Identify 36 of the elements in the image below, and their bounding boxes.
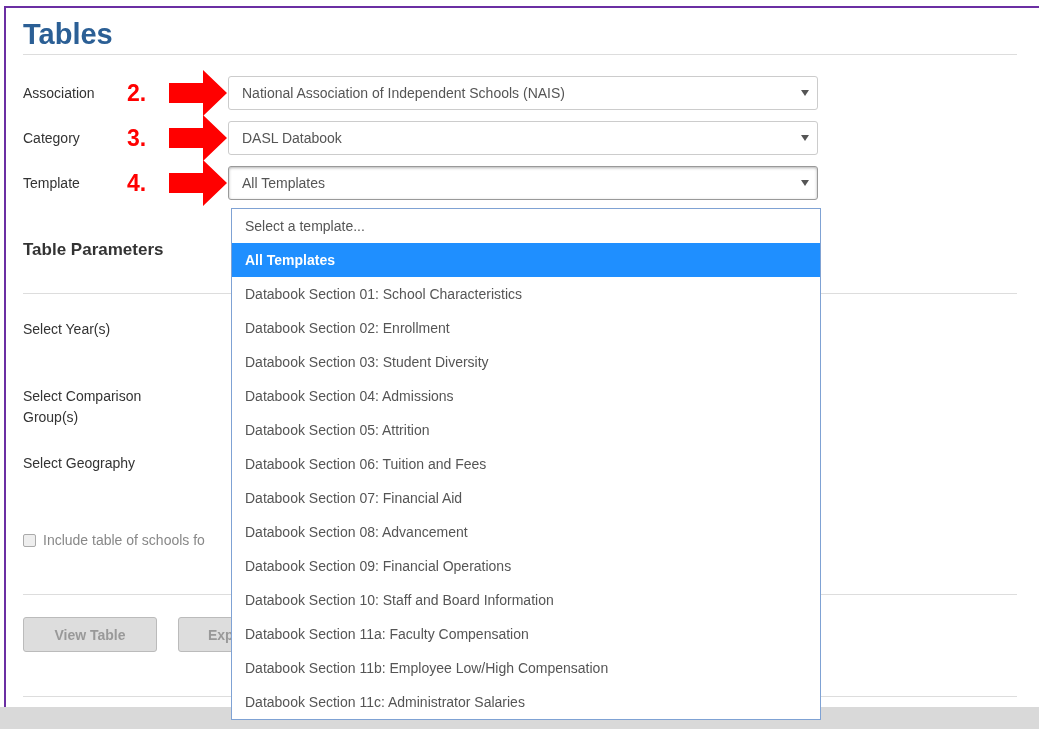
caret-icon (801, 135, 809, 141)
step-number: 3. (127, 124, 148, 152)
section-heading: Table Parameters (23, 239, 164, 261)
select-field[interactable]: DASL Databook (228, 121, 818, 155)
parameter-label: Select Geography (23, 455, 136, 471)
dropdown-option[interactable]: Databook Section 08: Advancement (232, 515, 820, 549)
checkbox-label: Include table of schools fo (43, 532, 205, 548)
dropdown-option[interactable]: Databook Section 01: School Characteristics (232, 277, 820, 311)
dropdown-option[interactable]: Databook Section 11b: Employee Low/High Compensation (232, 651, 820, 685)
parameter-label: Select Comparison Group(s) (23, 388, 142, 425)
checkbox[interactable] (23, 533, 36, 547)
dropdown-option[interactable]: Databook Section 03: Student Diversity (232, 345, 820, 379)
dropdown-option[interactable]: Select a template... (232, 209, 820, 243)
arrow-icon (169, 115, 227, 161)
caret-icon (801, 180, 809, 186)
dropdown-option[interactable]: Databook Section 02: Enrollment (232, 311, 820, 345)
dropdown-option[interactable]: Databook Section 09: Financial Operations (232, 549, 820, 583)
select-field[interactable]: All Templates (228, 166, 818, 200)
caret-icon (801, 90, 809, 96)
field-label: Category (23, 130, 81, 146)
select-field[interactable]: National Association of Independent Schools (NAIS) (228, 76, 818, 110)
dropdown-option[interactable]: Databook Section 10: Staff and Board Information (232, 583, 820, 617)
arrow-icon (169, 70, 227, 116)
dropdown-option[interactable]: Databook Section 11a: Faculty Compensation (232, 617, 820, 651)
dropdown-option[interactable]: Databook Section 05: Attrition (232, 413, 820, 447)
field-label: Template (23, 175, 81, 191)
arrow-icon (169, 160, 227, 206)
page-title: Tables (23, 17, 114, 52)
dropdown-option[interactable]: Databook Section 07: Financial Aid (232, 481, 820, 515)
dropdown-option[interactable]: Databook Section 06: Tuition and Fees (232, 447, 820, 481)
parameter-label: Select Year(s) (23, 321, 111, 337)
step-number: 2. (127, 79, 148, 107)
dropdown-option[interactable]: Databook Section 11c: Administrator Salaries (232, 685, 820, 719)
field-label: Association (23, 85, 96, 101)
dropdown-option[interactable]: Databook Section 04: Admissions (232, 379, 820, 413)
step-number: 4. (127, 169, 148, 197)
